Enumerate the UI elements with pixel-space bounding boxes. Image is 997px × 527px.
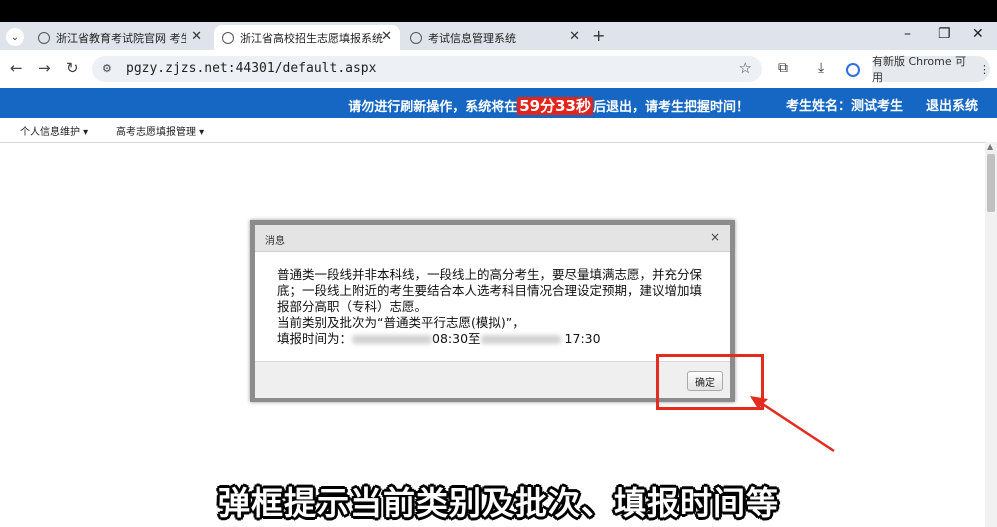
- browser-toolbar: ← → ↻ ⚙ pgzy.zjzs.net:44301/default.aspx…: [0, 50, 997, 88]
- close-icon[interactable]: ✕: [191, 29, 202, 44]
- globe-icon: [38, 31, 50, 44]
- minimize-button[interactable]: –: [904, 26, 911, 42]
- url-text[interactable]: pgzy.zjzs.net:44301/default.aspx: [126, 61, 376, 76]
- video-top-bar: [0, 0, 997, 22]
- warning-suffix: 后退出，请考生把握时间！: [592, 100, 749, 115]
- tab-title: 浙江省教育考试院官网 考生办事: [56, 31, 186, 45]
- new-tab-button[interactable]: +: [592, 26, 605, 45]
- reload-icon[interactable]: ↻: [66, 59, 79, 77]
- window-close-button[interactable]: ✕: [972, 26, 984, 42]
- close-icon[interactable]: ✕: [381, 29, 392, 44]
- bookmark-star-icon[interactable]: ☆: [739, 59, 752, 77]
- browser-tab-strip: ⌄ 浙江省教育考试院官网 考生办事 ✕ 浙江省高校招生志愿填报系统 ✕ 考试信息…: [0, 22, 997, 50]
- blurred-start-date: [352, 335, 433, 344]
- scrollbar-thumb[interactable]: [987, 154, 995, 212]
- time-label: 填报时间为：: [277, 331, 353, 346]
- warning-prefix: 请勿进行刷新操作，系统将在: [348, 100, 518, 115]
- blurred-end-date: [480, 335, 561, 344]
- tab-search-chevron-icon[interactable]: ⌄: [6, 28, 24, 46]
- annotation-arrow-icon: [750, 396, 835, 453]
- app-menu-bar: 个人信息维护 ▾ 高考志愿填报管理 ▾: [0, 118, 997, 143]
- dialog-message: 普通类一段线并非本科线，一段线上的高分考生，要尽量填满志愿，并充分保 底；一段线…: [277, 267, 713, 347]
- session-warning: 请勿进行刷新操作，系统将在 59分33秒 后退出，请考生把握时间！: [348, 95, 749, 116]
- student-name: 考生姓名：测试考生: [786, 99, 904, 114]
- update-label: 有新版 Chrome 可用: [872, 55, 967, 84]
- globe-icon: [410, 31, 422, 44]
- message-line: 报部分高职（专科）志愿。: [277, 299, 428, 314]
- forward-arrow-icon[interactable]: →: [38, 59, 51, 77]
- dialog-title: 消息: [265, 236, 285, 247]
- close-icon[interactable]: ×: [710, 230, 720, 244]
- more-menu-icon[interactable]: ⋮: [979, 63, 990, 76]
- time-line: 填报时间为： 08:30至 17:30: [277, 331, 713, 347]
- logout-link[interactable]: 退出系统: [926, 95, 978, 114]
- restore-button[interactable]: ❐: [938, 26, 951, 42]
- back-arrow-icon[interactable]: ←: [10, 59, 23, 77]
- end-time: 17:30: [564, 331, 601, 346]
- extensions-icon[interactable]: ⧉: [778, 60, 788, 76]
- top-banner: 请勿进行刷新操作，系统将在 59分33秒 后退出，请考生把握时间！ 考生姓名：测试考…: [0, 88, 997, 118]
- profile-icon[interactable]: [846, 63, 860, 77]
- message-line: 普通类一段线并非本科线，一段线上的高分考生，要尽量填满志愿，并充分保: [277, 267, 703, 282]
- globe-icon: [222, 31, 234, 44]
- dialog-header: 消息 ×: [255, 225, 730, 252]
- tab-title: 考试信息管理系统: [428, 31, 516, 45]
- start-time: 08:30至: [432, 331, 481, 346]
- address-bar[interactable]: ⚙ pgzy.zjzs.net:44301/default.aspx ☆: [92, 56, 762, 82]
- menu-personal-info[interactable]: 个人信息维护 ▾: [20, 123, 88, 138]
- scroll-up-icon[interactable]: ▲: [987, 142, 993, 151]
- message-line: 底；一段线上附近的考生要结合本人选考科目情况合理设定预期，建议增加填: [277, 283, 703, 298]
- tab-title: 浙江省高校招生志愿填报系统: [240, 31, 383, 45]
- tab-exam-institute[interactable]: 浙江省教育考试院官网 考生办事 ✕: [30, 25, 210, 50]
- chrome-update-button[interactable]: 有新版 Chrome 可用 ⋮: [872, 55, 990, 84]
- tab-exam-info[interactable]: 考试信息管理系统 ✕: [402, 25, 588, 50]
- download-icon[interactable]: ⤓: [818, 60, 824, 76]
- menu-volunteer-management[interactable]: 高考志愿填报管理 ▾: [116, 123, 204, 138]
- tab-volunteer-system[interactable]: 浙江省高校招生志愿填报系统 ✕: [214, 25, 400, 50]
- page-scrollbar[interactable]: ▲: [985, 142, 997, 527]
- video-subtitle: 弹框提示当前类别及批次、填报时间等: [217, 484, 779, 522]
- message-line: 当前类别及批次为“普通类平行志愿(模拟)”，: [277, 315, 525, 330]
- close-icon[interactable]: ✕: [569, 29, 580, 44]
- site-info-icon[interactable]: ⚙: [102, 62, 112, 75]
- countdown-timer: 59分33秒: [517, 97, 593, 115]
